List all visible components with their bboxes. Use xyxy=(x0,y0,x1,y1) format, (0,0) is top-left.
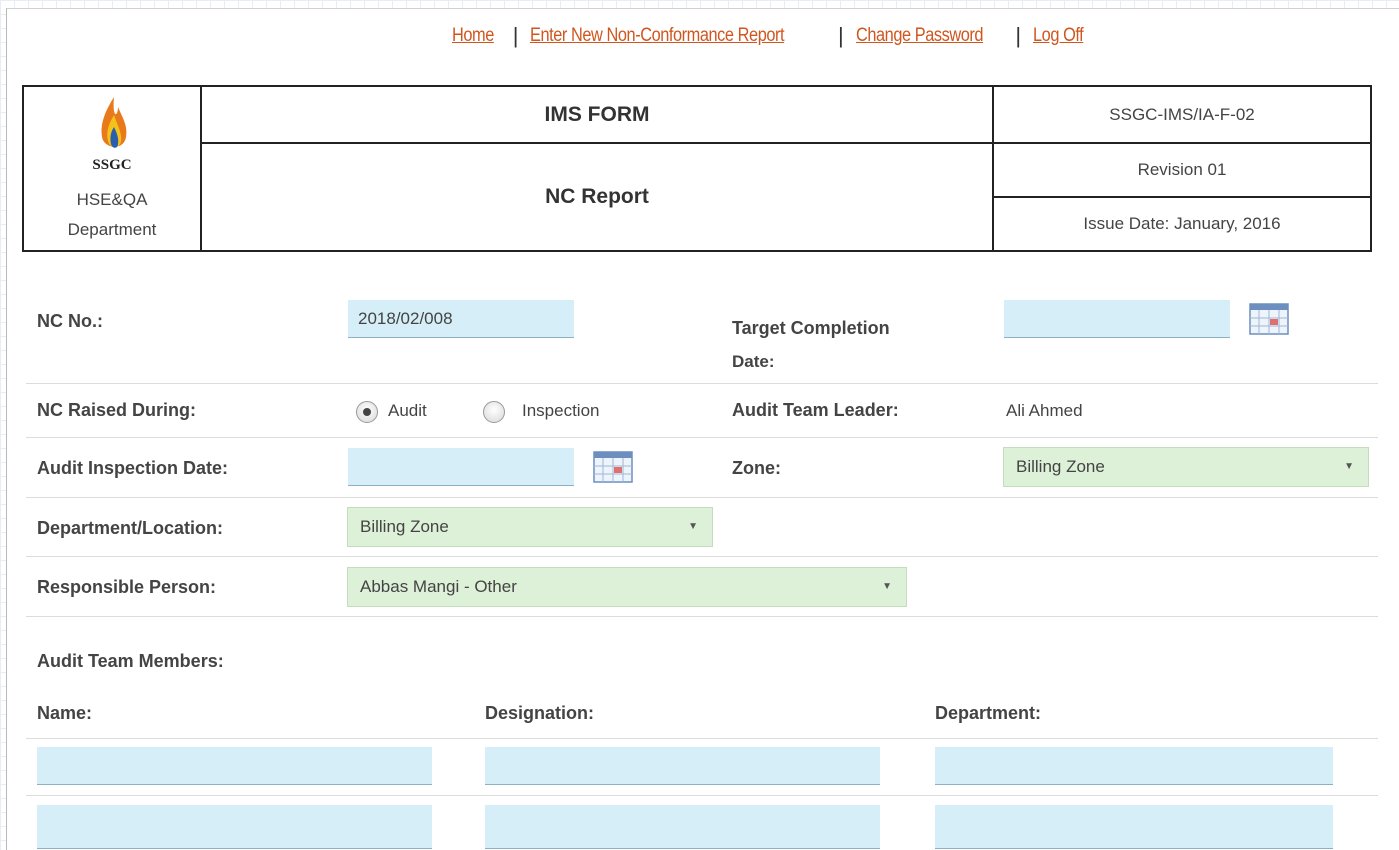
nav-separator: | xyxy=(1015,23,1022,48)
issue-date: Issue Date: January, 2016 xyxy=(1083,214,1281,233)
responsible-label: Responsible Person: xyxy=(37,577,217,597)
chevron-down-icon: ▼ xyxy=(1344,461,1354,472)
radio-audit-label: Audit xyxy=(388,401,427,420)
team-leader-value: Ali Ahmed xyxy=(1006,401,1083,420)
divider xyxy=(26,383,1378,384)
form-header-table: SSGC HSE&QA Department IMS FORM NC Repor… xyxy=(22,85,1372,252)
zone-label: Zone: xyxy=(732,458,781,478)
member-name-input[interactable] xyxy=(37,805,432,849)
team-leader-label: Audit Team Leader: xyxy=(732,400,899,420)
nav-home-link[interactable]: Home xyxy=(452,25,494,47)
member-department-input[interactable] xyxy=(935,747,1333,785)
member-designation-input[interactable] xyxy=(485,747,880,785)
nav-change-password-link[interactable]: Change Password xyxy=(856,25,984,47)
chevron-down-icon: ▼ xyxy=(882,581,892,592)
zone-select-value: Billing Zone xyxy=(1016,457,1105,476)
dept-location-select-value: Billing Zone xyxy=(360,517,449,536)
raised-during-label: NC Raised During: xyxy=(37,400,197,420)
target-date-input[interactable] xyxy=(1004,300,1230,338)
dept-location-select[interactable]: Billing Zone ▼ xyxy=(347,507,713,547)
report-title: NC Report xyxy=(202,144,994,250)
member-name-input[interactable] xyxy=(37,747,432,785)
revision: Revision 01 xyxy=(994,144,1370,198)
divider xyxy=(26,437,1378,438)
chevron-down-icon: ▼ xyxy=(688,521,698,532)
responsible-select[interactable]: Abbas Mangi - Other ▼ xyxy=(347,567,907,607)
nc-no-input[interactable]: 2018/02/008 xyxy=(348,300,574,338)
zone-select[interactable]: Billing Zone ▼ xyxy=(1003,447,1369,487)
col-designation-header: Designation: xyxy=(485,703,595,723)
flame-logo-icon xyxy=(101,97,127,148)
member-designation-input[interactable] xyxy=(485,805,880,849)
form-title: IMS FORM xyxy=(202,87,994,144)
nav-new-ncr-link[interactable]: Enter New Non-Conformance Report xyxy=(530,25,785,47)
team-members-label: Audit Team Members: xyxy=(37,651,224,671)
nc-no-label: NC No.: xyxy=(37,311,103,331)
nav-log-off-link[interactable]: Log Off xyxy=(1033,25,1084,47)
divider xyxy=(26,795,1378,796)
dept-location-label: Department/Location: xyxy=(37,518,224,538)
col-department-header: Department: xyxy=(935,703,1042,723)
nav-separator: | xyxy=(512,23,519,48)
inspection-date-input[interactable] xyxy=(348,448,574,486)
divider xyxy=(26,738,1378,739)
logo-cell: SSGC HSE&QA Department xyxy=(24,87,202,250)
divider xyxy=(26,497,1378,498)
responsible-select-value: Abbas Mangi - Other xyxy=(360,577,517,596)
member-department-input[interactable] xyxy=(935,805,1333,849)
radio-audit[interactable] xyxy=(356,401,378,423)
divider xyxy=(26,616,1378,617)
top-nav: Home | Enter New Non-Conformance Report … xyxy=(452,18,1092,54)
calendar-icon[interactable] xyxy=(592,448,634,484)
nav-separator: | xyxy=(837,23,844,48)
radio-inspection[interactable] xyxy=(483,401,505,423)
calendar-icon[interactable] xyxy=(1248,300,1290,336)
inspection-date-label: Audit Inspection Date: xyxy=(37,458,229,478)
divider xyxy=(26,556,1378,557)
radio-inspection-label: Inspection xyxy=(522,401,600,420)
logo-dept-text: HSE&QA Department xyxy=(67,190,157,239)
logo-org-text: SSGC xyxy=(92,157,132,173)
col-name-header: Name: xyxy=(37,703,93,723)
target-date-label: Target Completion Date: xyxy=(732,318,890,371)
doc-code: SSGC-IMS/IA-F-02 xyxy=(994,87,1370,144)
